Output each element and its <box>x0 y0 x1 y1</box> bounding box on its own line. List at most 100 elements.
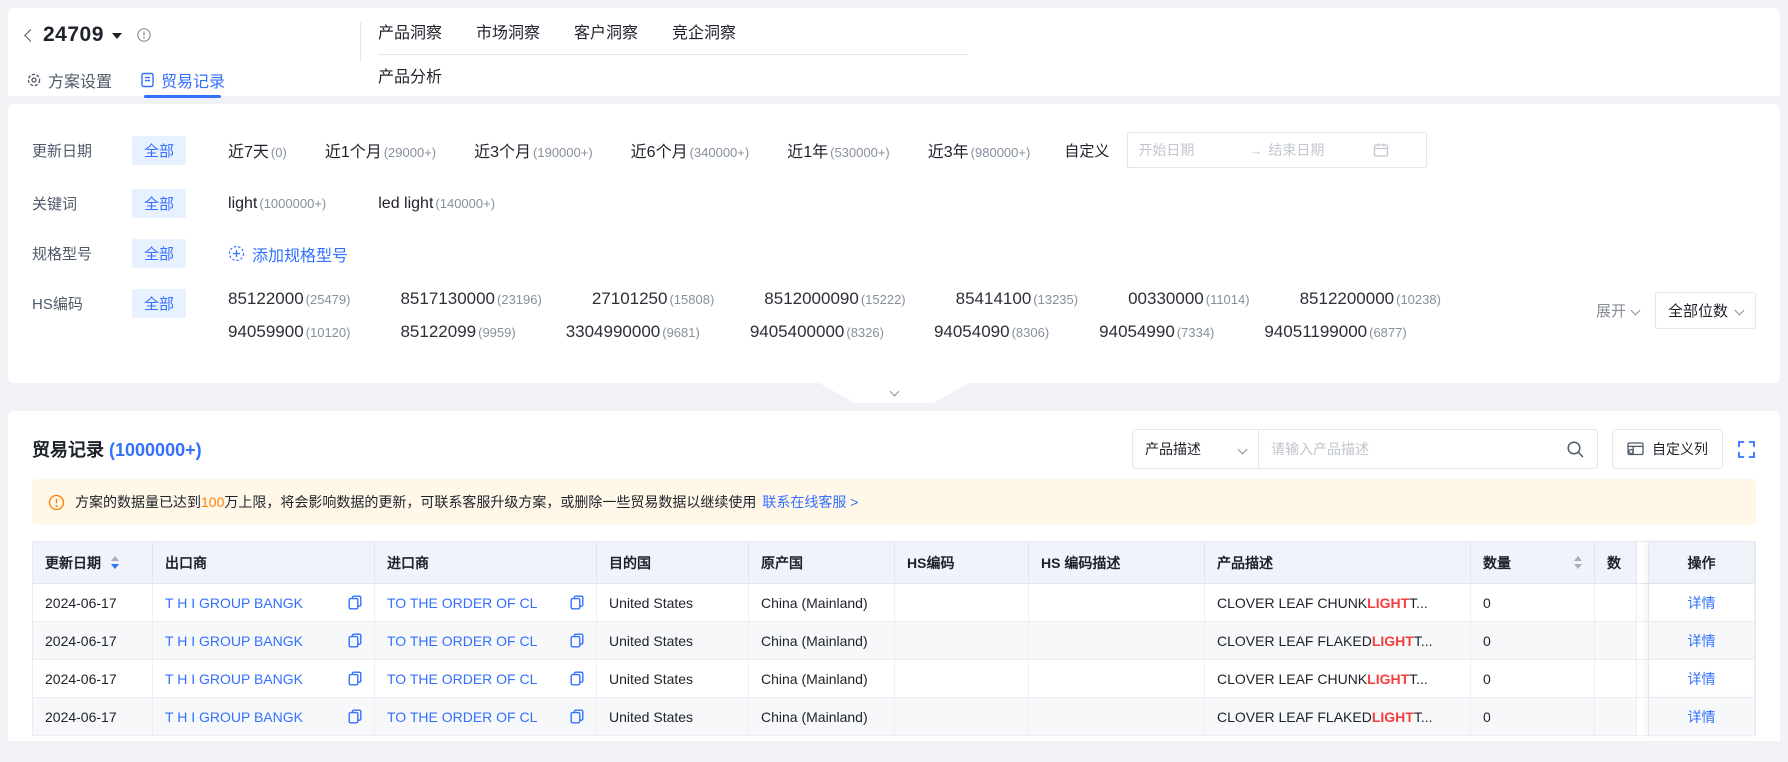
chevron-down-icon <box>889 386 899 397</box>
scrollbar-track[interactable] <box>1637 542 1649 584</box>
detail-link[interactable]: 详情 <box>1688 669 1716 689</box>
tab-plan-settings[interactable]: 方案设置 <box>26 62 112 98</box>
importer-link[interactable]: TO THE ORDER OF CL <box>387 671 537 687</box>
column-header-quantity[interactable]: 数量 <box>1471 542 1595 584</box>
keyword-filter-option[interactable]: led light (140000+) <box>378 195 495 213</box>
customize-columns-button[interactable]: 自定义列 <box>1612 429 1723 469</box>
column-header-destination: 目的国 <box>597 542 749 584</box>
filter-all-chip[interactable]: 全部 <box>132 189 187 218</box>
tab-product-insight[interactable]: 产品洞察 <box>378 19 442 43</box>
end-date-input[interactable] <box>1268 142 1374 158</box>
custom-date-option[interactable]: 自定义 <box>1064 140 1109 161</box>
copy-icon[interactable] <box>348 709 362 724</box>
table-body: 2024-06-17 T H I GROUP BANGK TO THE ORDE… <box>33 584 1755 736</box>
column-header-update-date[interactable]: 更新日期 <box>33 542 153 584</box>
collapse-filters-tab[interactable] <box>819 383 969 403</box>
sort-icons[interactable] <box>111 556 119 569</box>
filter-row-spec: 规格型号 全部 添加规格型号 <box>32 239 1756 268</box>
filter-all-chip[interactable]: 全部 <box>132 239 187 268</box>
cell-importer: TO THE ORDER OF CL <box>375 622 597 660</box>
search-icon[interactable] <box>1554 440 1597 459</box>
cell-truncated <box>1595 698 1637 736</box>
expand-toggle[interactable]: 展开 <box>1596 300 1641 321</box>
hs-code-option[interactable]: 27101250 (15808) <box>592 289 714 309</box>
customize-columns-label: 自定义列 <box>1652 441 1708 457</box>
copy-icon[interactable] <box>570 633 584 648</box>
contact-support-link[interactable]: 联系在线客服 > <box>762 494 858 510</box>
product-desc-search-input[interactable] <box>1259 441 1554 457</box>
hs-code-option[interactable]: 94054990 (7334) <box>1099 322 1214 342</box>
plan-dropdown-caret-icon[interactable] <box>111 33 122 39</box>
filter-all-chip[interactable]: 全部 <box>132 135 187 165</box>
column-header-action: 操作 <box>1649 542 1755 584</box>
tab-customer-insight[interactable]: 客户洞察 <box>574 19 638 43</box>
copy-icon[interactable] <box>570 595 584 610</box>
hs-code-option[interactable]: 3304990000 (9681) <box>566 322 700 342</box>
date-options: 近7天 (0) 近1个月 (29000+) 近3个月 (190000+) 近6个月 (3… <box>228 138 1030 162</box>
calendar-icon[interactable] <box>1373 142 1389 158</box>
cell-product-desc: CLOVER LEAF FLAKED LIGHT T... <box>1205 622 1471 660</box>
scrollbar-track[interactable] <box>1637 660 1649 698</box>
date-filter-option[interactable]: 近1年 (530000+) <box>787 138 890 162</box>
hs-code-option[interactable]: 9405400000 (8326) <box>750 322 884 342</box>
filter-all-chip[interactable]: 全部 <box>132 289 187 318</box>
exporter-link[interactable]: T H I GROUP BANGK <box>165 671 303 687</box>
tab-market-insight[interactable]: 市场洞察 <box>476 19 540 43</box>
hs-code-option[interactable]: 94051199000 (6877) <box>1264 322 1406 342</box>
detail-link[interactable]: 详情 <box>1688 593 1716 613</box>
copy-icon[interactable] <box>348 671 362 686</box>
hs-code-option[interactable]: 94054090 (8306) <box>934 322 1049 342</box>
hs-code-option[interactable]: 8512000090 (15222) <box>764 289 905 309</box>
search-type-select[interactable]: 产品描述 <box>1133 430 1259 468</box>
cell-destination: United States <box>597 622 749 660</box>
copy-icon[interactable] <box>348 633 362 648</box>
tab-product-analysis[interactable]: 产品分析 <box>378 63 442 87</box>
sort-icons[interactable] <box>1574 556 1582 569</box>
exporter-link[interactable]: T H I GROUP BANGK <box>165 595 303 611</box>
copy-icon[interactable] <box>570 671 584 686</box>
exporter-link[interactable]: T H I GROUP BANGK <box>165 633 303 649</box>
hs-code-option[interactable]: 00330000 (11014) <box>1128 289 1249 309</box>
scrollbar-track[interactable] <box>1637 698 1649 736</box>
tab-trade-records[interactable]: 贸易记录 <box>140 62 225 98</box>
info-icon[interactable] <box>136 27 152 43</box>
detail-link[interactable]: 详情 <box>1688 707 1716 727</box>
copy-icon[interactable] <box>348 595 362 610</box>
hs-code-list-1: 85122000 (25479) 8517130000 (23196) 271012… <box>228 289 1441 309</box>
date-filter-option[interactable]: 近6个月 (340000+) <box>631 138 750 162</box>
copy-icon[interactable] <box>570 709 584 724</box>
cell-action: 详情 <box>1649 660 1755 698</box>
cell-product-desc: CLOVER LEAF CHUNK LIGHT T... <box>1205 660 1471 698</box>
hs-code-option[interactable]: 85122000 (25479) <box>228 289 350 309</box>
hs-code-option[interactable]: 85414100 (13235) <box>956 289 1078 309</box>
digits-select[interactable]: 全部位数 <box>1654 292 1756 329</box>
scrollbar-track[interactable] <box>1637 584 1649 622</box>
date-filter-option[interactable]: 近1个月 (29000+) <box>325 138 436 162</box>
fullscreen-icon[interactable] <box>1737 440 1756 459</box>
add-spec-label: 添加规格型号 <box>252 247 349 265</box>
date-filter-option[interactable]: 近7天 (0) <box>228 138 287 162</box>
back-icon[interactable] <box>24 28 37 42</box>
hs-code-option[interactable]: 8517130000 (23196) <box>400 289 541 309</box>
importer-link[interactable]: TO THE ORDER OF CL <box>387 633 537 649</box>
scrollbar-track[interactable] <box>1637 622 1649 660</box>
column-header-hs-desc: HS 编码描述 <box>1029 542 1205 584</box>
chevron-down-icon <box>1237 444 1248 454</box>
keyword-filter-option[interactable]: light (1000000+) <box>228 195 326 213</box>
cell-product-desc: CLOVER LEAF CHUNK LIGHT T... <box>1205 584 1471 622</box>
date-filter-option[interactable]: 近3个月 (190000+) <box>474 138 593 162</box>
date-filter-option[interactable]: 近3年 (980000+) <box>928 138 1031 162</box>
detail-link[interactable]: 详情 <box>1688 631 1716 651</box>
exporter-link[interactable]: T H I GROUP BANGK <box>165 709 303 725</box>
importer-link[interactable]: TO THE ORDER OF CL <box>387 595 537 611</box>
add-spec-button[interactable]: 添加规格型号 <box>228 242 348 266</box>
plan-id[interactable]: 24709 <box>43 23 104 47</box>
hs-code-option[interactable]: 8512200000 (10238) <box>1300 289 1441 309</box>
importer-link[interactable]: TO THE ORDER OF CL <box>387 709 537 725</box>
date-range-input[interactable]: → <box>1127 132 1428 168</box>
start-date-input[interactable] <box>1138 142 1244 158</box>
hs-code-option[interactable]: 85122099 (9959) <box>400 322 515 342</box>
search-group: 产品描述 <box>1132 429 1598 469</box>
tab-competitor-insight[interactable]: 竞企洞察 <box>672 19 736 43</box>
hs-code-option[interactable]: 94059900 (10120) <box>228 322 350 342</box>
